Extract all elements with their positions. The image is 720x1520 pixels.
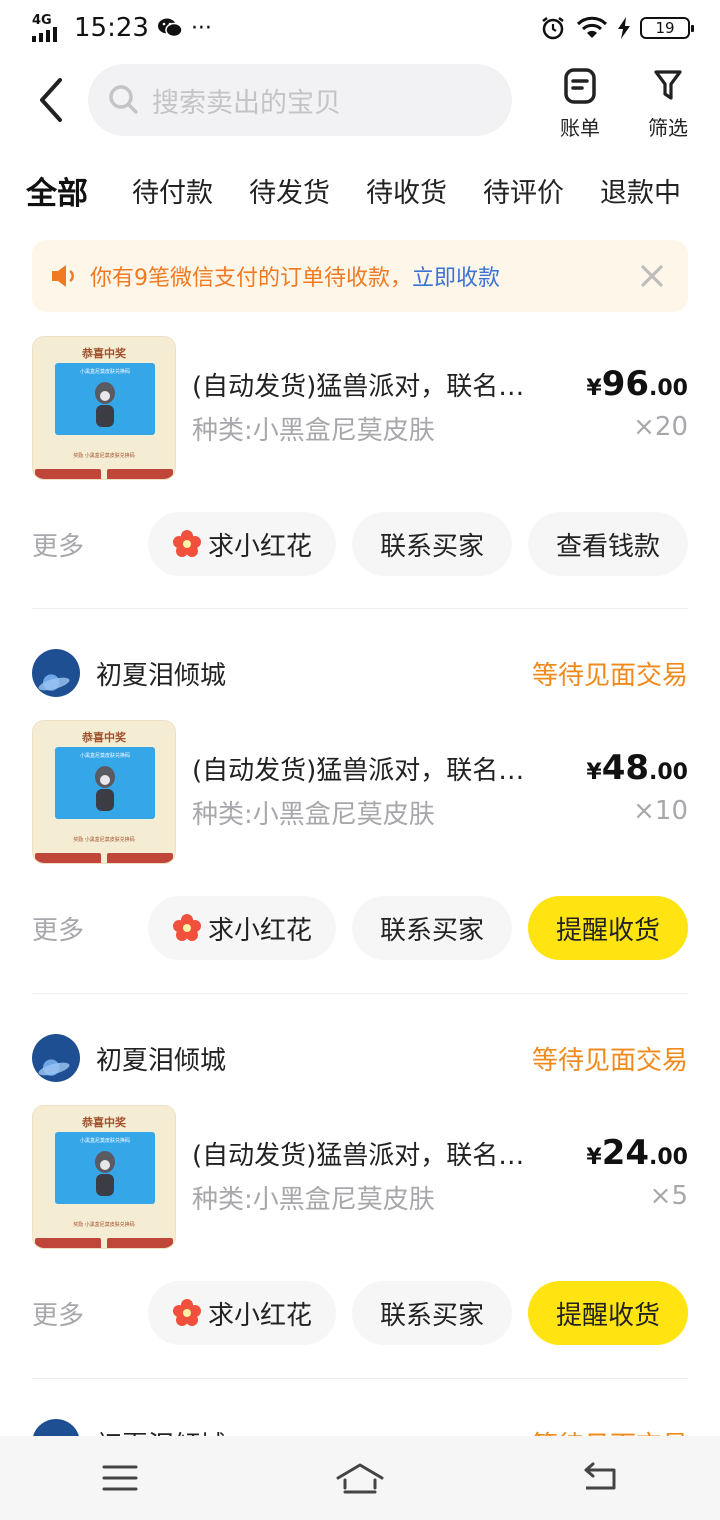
tab-all[interactable]: 全部 <box>26 168 88 213</box>
alarm-icon <box>542 17 564 40</box>
divider <box>32 608 688 609</box>
ask-flower-button[interactable]: 求小红花 <box>148 512 336 576</box>
product-thumbnail: 恭喜中奖 小黑盒尼莫皮肤兑换码 奖励 小黑盒尼莫皮肤兑换码 <box>32 336 176 480</box>
charging-icon <box>618 17 630 39</box>
tab-pending-payment[interactable]: 待付款 <box>132 171 213 210</box>
tab-pending-shipment[interactable]: 待发货 <box>249 171 330 210</box>
red-flower-icon <box>172 1299 201 1326</box>
home-icon <box>336 1463 384 1494</box>
close-icon[interactable] <box>638 262 666 290</box>
product-variant: 种类:小黑盒尼莫皮肤 <box>192 800 435 830</box>
seller-row[interactable]: 初夏泪倾城 等待见面交易 <box>32 1033 688 1083</box>
more-button[interactable]: 更多 <box>32 910 84 947</box>
order-tabs: 全部 待付款 待发货 待收货 待评价 退款中 <box>0 160 720 220</box>
product-row[interactable]: 恭喜中奖 小黑盒尼莫皮肤兑换码 奖励 小黑盒尼莫皮肤兑换码 (自动发货)猛兽派对… <box>32 720 688 864</box>
filter-icon <box>654 70 682 100</box>
tab-pending-review[interactable]: 待评价 <box>483 171 564 210</box>
product-title: (自动发货)猛兽派对，联名… <box>192 756 525 786</box>
product-title: (自动发货)猛兽派对，联名… <box>192 372 525 402</box>
bill-label: 账单 <box>560 116 600 140</box>
menu-icon <box>102 1465 138 1491</box>
remind-receipt-button[interactable]: 提醒收货 <box>528 1281 688 1345</box>
battery-icon: 19 <box>640 17 694 39</box>
tab-refunding[interactable]: 退款中 <box>600 171 681 210</box>
contact-buyer-button[interactable]: 联系买家 <box>352 512 512 576</box>
order-status: 等待见面交易 <box>531 1045 688 1076</box>
more-notifications-indicator: ··· <box>190 15 212 41</box>
header: 搜索卖出的宝贝 账单 筛选 <box>0 60 720 148</box>
bill-button[interactable]: 账单 <box>540 64 620 141</box>
search-input[interactable]: 搜索卖出的宝贝 <box>88 64 512 136</box>
notice-text: 你有9笔微信支付的订单待收款， <box>90 266 412 291</box>
filter-button[interactable]: 筛选 <box>628 64 708 141</box>
order-actions: 更多 求小红花 联系买家 查看钱款 <box>32 512 688 576</box>
clock-time: 15:23 <box>74 13 149 43</box>
network-signal-icon: 4G <box>30 14 60 42</box>
tab-pending-receipt[interactable]: 待收货 <box>366 171 447 210</box>
order-status: 等待见面交易 <box>531 660 688 691</box>
search-placeholder: 搜索卖出的宝贝 <box>152 87 341 119</box>
filter-label: 筛选 <box>648 116 688 140</box>
product-variant: 种类:小黑盒尼莫皮肤 <box>192 416 435 446</box>
product-price: ¥48.00 <box>586 748 688 788</box>
product-price: ¥96.00 <box>586 364 688 404</box>
avatar <box>32 1034 80 1082</box>
speaker-icon <box>52 265 74 287</box>
order-actions: 更多 求小红花 联系买家 提醒收货 <box>32 896 688 960</box>
product-quantity: ×10 <box>633 796 688 826</box>
product-thumbnail: 恭喜中奖 小黑盒尼莫皮肤兑换码 奖励 小黑盒尼莫皮肤兑换码 <box>32 720 176 864</box>
more-button[interactable]: 更多 <box>32 1295 84 1332</box>
search-icon <box>109 85 138 114</box>
menu-button[interactable] <box>90 1456 150 1500</box>
order-actions: 更多 求小红花 联系买家 提醒收货 <box>32 1281 688 1345</box>
buyer-name: 初夏泪倾城 <box>96 660 227 691</box>
status-bar: 4G 15:23 ··· 19 <box>0 0 720 56</box>
buyer-name: 初夏泪倾城 <box>96 1045 227 1076</box>
divider <box>32 1378 688 1379</box>
product-variant: 种类:小黑盒尼莫皮肤 <box>192 1185 435 1215</box>
remind-receipt-button[interactable]: 提醒收货 <box>528 896 688 960</box>
contact-buyer-button[interactable]: 联系买家 <box>352 896 512 960</box>
back-arrow-icon <box>40 78 62 122</box>
product-title: (自动发货)猛兽派对，联名… <box>192 1141 525 1171</box>
product-price: ¥24.00 <box>586 1133 688 1173</box>
view-payment-button[interactable]: 查看钱款 <box>528 512 688 576</box>
seller-row[interactable]: 初夏泪倾城 等待见面交易 <box>32 648 688 698</box>
avatar <box>32 649 80 697</box>
more-button[interactable]: 更多 <box>32 526 84 563</box>
red-flower-icon <box>172 914 201 941</box>
payment-notice-banner[interactable]: 你有9笔微信支付的订单待收款， 立即收款 <box>32 240 688 312</box>
home-button[interactable] <box>330 1456 390 1500</box>
bill-icon <box>564 68 596 104</box>
ask-flower-button[interactable]: 求小红花 <box>148 896 336 960</box>
product-row[interactable]: 恭喜中奖 小黑盒尼莫皮肤兑换码 奖励 小黑盒尼莫皮肤兑换码 (自动发货)猛兽派对… <box>32 336 688 480</box>
system-navigation-bar <box>0 1436 720 1520</box>
contact-buyer-button[interactable]: 联系买家 <box>352 1281 512 1345</box>
product-quantity: ×20 <box>633 412 688 442</box>
back-button[interactable] <box>30 74 74 126</box>
product-thumbnail: 恭喜中奖 小黑盒尼莫皮肤兑换码 奖励 小黑盒尼莫皮肤兑换码 <box>32 1105 176 1249</box>
ask-flower-button[interactable]: 求小红花 <box>148 1281 336 1345</box>
product-quantity: ×5 <box>649 1181 688 1211</box>
red-flower-icon <box>172 530 201 557</box>
back-nav-button[interactable] <box>570 1456 630 1500</box>
product-row[interactable]: 恭喜中奖 小黑盒尼莫皮肤兑换码 奖励 小黑盒尼莫皮肤兑换码 (自动发货)猛兽派对… <box>32 1105 688 1249</box>
wifi-icon <box>576 16 608 38</box>
return-icon <box>584 1462 616 1490</box>
collect-now-link[interactable]: 立即收款 <box>412 260 500 292</box>
divider <box>32 993 688 994</box>
wechat-icon <box>157 18 183 38</box>
